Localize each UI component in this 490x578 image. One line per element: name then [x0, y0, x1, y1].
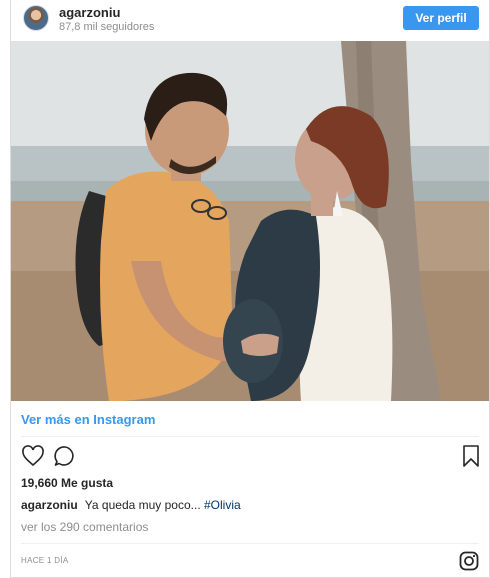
- instagram-icon[interactable]: [459, 551, 479, 571]
- post-header: agarzoniu 87,8 mil seguidores Ver perfil: [11, 0, 489, 40]
- post-photo-image: [11, 41, 489, 401]
- heart-icon[interactable]: [21, 444, 45, 468]
- caption-username[interactable]: agarzoniu: [21, 498, 78, 512]
- comment-icon[interactable]: [53, 444, 77, 468]
- followers-count: 87,8 mil seguidores: [59, 21, 155, 33]
- view-comments-link[interactable]: ver los 290 comentarios: [21, 520, 148, 534]
- divider: [21, 543, 479, 544]
- bookmark-icon[interactable]: [459, 444, 483, 468]
- view-more-on-instagram-link[interactable]: Ver más en Instagram: [21, 412, 155, 427]
- post-photo[interactable]: [11, 41, 489, 401]
- view-profile-button[interactable]: Ver perfil: [403, 6, 479, 30]
- header-username[interactable]: agarzoniu: [59, 5, 120, 20]
- likes-count: 19,660 Me gusta: [21, 476, 114, 490]
- caption-hashtag[interactable]: #Olivia: [204, 498, 241, 512]
- divider: [21, 436, 479, 437]
- caption-text: Ya queda muy poco...: [84, 498, 201, 512]
- avatar[interactable]: [23, 5, 49, 31]
- post-timestamp: HACE 1 DÍA: [21, 556, 69, 565]
- instagram-embed-card: agarzoniu 87,8 mil seguidores Ver perfil: [10, 0, 490, 578]
- caption: agarzoniu Ya queda muy poco... #Olivia: [21, 498, 241, 512]
- post-actions: [11, 444, 489, 472]
